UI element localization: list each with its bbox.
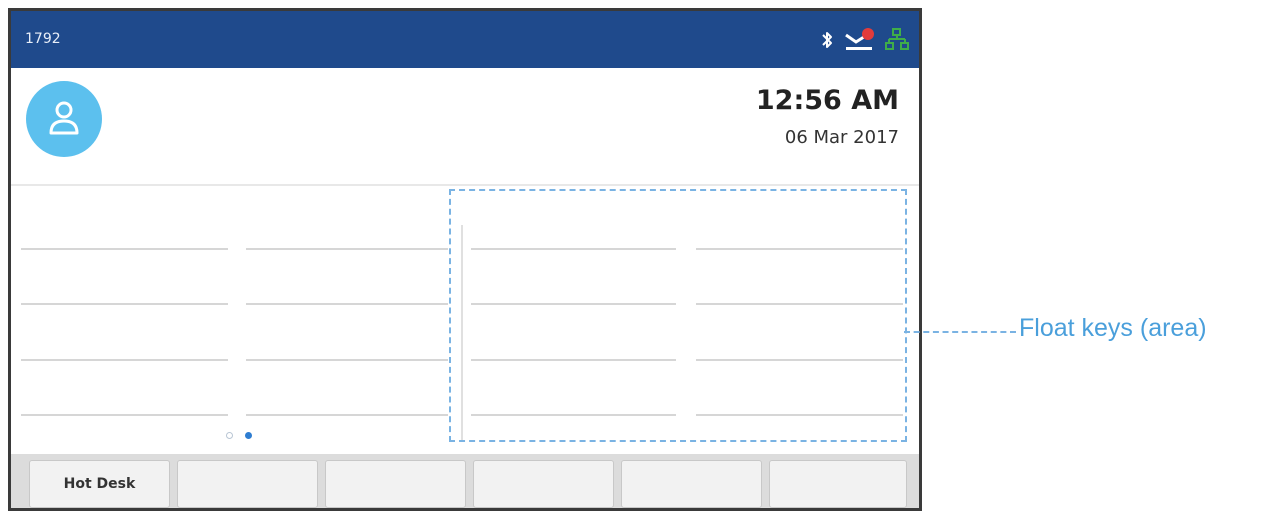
phone-screen: 1792 12:56 AM 06 Mar 2017 Hot Desk	[8, 8, 922, 511]
clock-date: 06 Mar 2017	[784, 127, 899, 148]
line-key[interactable]	[21, 414, 228, 416]
status-icons	[819, 25, 909, 55]
page-indicator-dot[interactable]	[226, 432, 233, 439]
bluetooth-icon	[819, 29, 835, 51]
line-key[interactable]	[21, 248, 228, 250]
softkey-3[interactable]	[325, 460, 466, 508]
line-key[interactable]	[21, 359, 228, 361]
line-key[interactable]	[246, 248, 448, 250]
float-keys-area	[449, 189, 907, 442]
softkey-hot-desk[interactable]: Hot Desk	[29, 460, 170, 508]
user-icon	[49, 101, 79, 135]
status-bar: 1792	[11, 11, 919, 68]
avatar[interactable]	[26, 81, 102, 157]
softkey-6[interactable]	[769, 460, 907, 508]
page-indicator-dot-active[interactable]	[245, 432, 252, 439]
line-key[interactable]	[246, 359, 448, 361]
extension-number: 1792	[25, 31, 61, 47]
callout-label: Float keys (area)	[1019, 314, 1207, 342]
softkey-4[interactable]	[473, 460, 614, 508]
callout-leader-line	[904, 331, 1016, 333]
divider	[11, 184, 919, 186]
clock-time: 12:56 AM	[755, 85, 899, 116]
line-key[interactable]	[246, 414, 448, 416]
softkey-5[interactable]	[621, 460, 762, 508]
network-icon	[885, 27, 909, 53]
softkey-bar: Hot Desk	[11, 454, 919, 508]
line-key[interactable]	[21, 303, 228, 305]
line-key[interactable]	[246, 303, 448, 305]
voicemail-icon[interactable]	[843, 27, 877, 53]
softkey-2[interactable]	[177, 460, 318, 508]
